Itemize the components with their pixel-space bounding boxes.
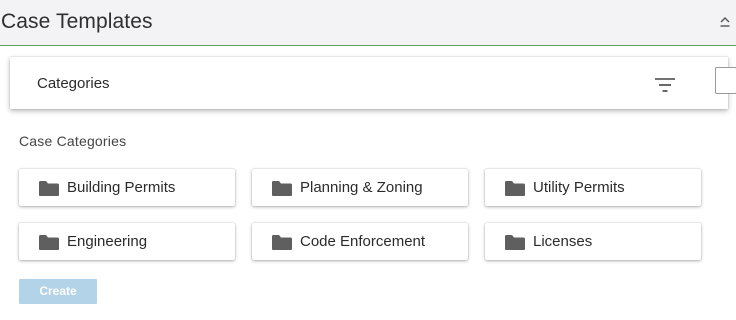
category-label: Building Permits	[67, 179, 176, 196]
category-button-licenses[interactable]: Licenses	[485, 223, 701, 260]
categories-panel: Categories	[10, 57, 736, 109]
folder-icon	[39, 181, 59, 196]
filter-button[interactable]	[653, 76, 677, 94]
folder-icon	[505, 181, 525, 196]
category-button-building-permits[interactable]: Building Permits	[19, 169, 235, 206]
case-categories-label: Case Categories	[19, 133, 127, 149]
category-label: Engineering	[67, 233, 148, 250]
chevron-up-icon	[720, 17, 730, 27]
category-button-code-enforcement[interactable]: Code Enforcement	[252, 223, 468, 260]
category-label: Code Enforcement	[300, 233, 426, 250]
category-label: Planning & Zoning	[300, 179, 423, 196]
category-button-engineering[interactable]: Engineering	[19, 223, 235, 260]
folder-icon	[272, 181, 292, 196]
folder-icon	[272, 235, 292, 250]
folder-icon	[39, 235, 59, 250]
create-button[interactable]: Create	[19, 279, 97, 304]
panel-title: Categories	[37, 75, 110, 92]
case-templates-header: Case Templates	[0, 0, 736, 46]
filter-icon	[655, 78, 675, 92]
collapse-button[interactable]	[718, 14, 732, 32]
panel-scroll-box[interactable]	[715, 67, 736, 94]
category-label: Utility Permits	[533, 179, 625, 196]
case-templates-page: Case Templates Categories Case Categorie…	[0, 0, 736, 320]
page-title: Case Templates	[1, 10, 153, 33]
category-button-planning-zoning[interactable]: Planning & Zoning	[252, 169, 468, 206]
category-button-utility-permits[interactable]: Utility Permits	[485, 169, 701, 206]
category-label: Licenses	[533, 233, 593, 250]
folder-icon	[505, 235, 525, 250]
